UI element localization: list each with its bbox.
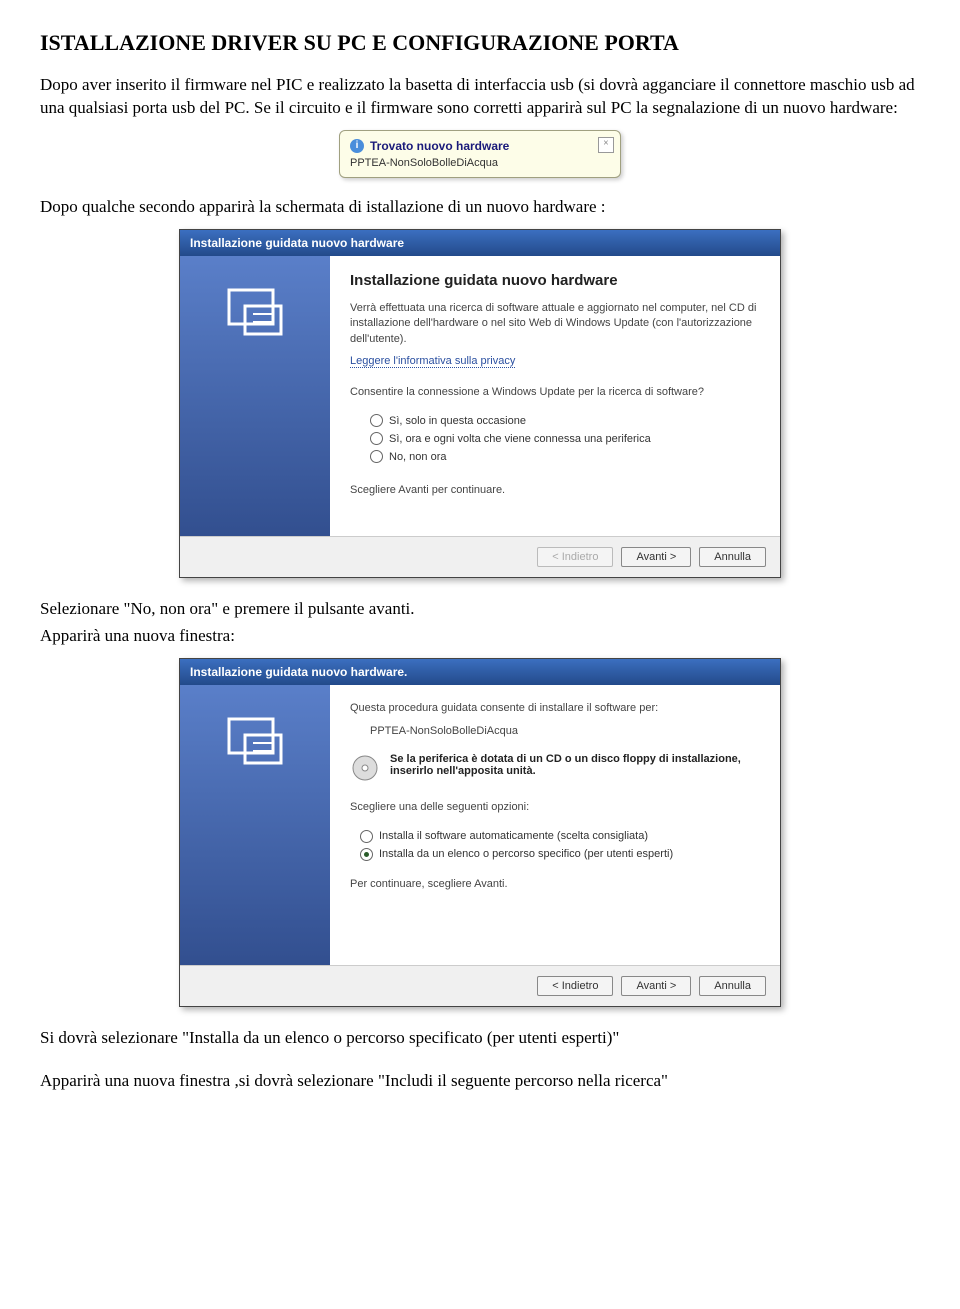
hardware-icon — [223, 280, 287, 344]
radio-opt-1[interactable]: Sì, solo in questa occasione — [370, 414, 760, 427]
wizard-2-desc: Questa procedura guidata consente di ins… — [350, 701, 760, 716]
para-6: Apparirà una nuova finestra ,si dovrà se… — [40, 1070, 920, 1093]
close-icon[interactable]: × — [598, 137, 614, 153]
wizard-1-desc: Verrà effettuata una ricerca di software… — [350, 301, 760, 347]
radio-opt-2-label: Sì, ora e ogni volta che viene connessa … — [389, 433, 651, 445]
radio-opt-a-label: Installa il software automaticamente (sc… — [379, 830, 648, 842]
balloon-subtitle: PPTEA-NonSoloBolleDiAcqua — [350, 157, 610, 169]
para-5: Si dovrà selezionare "Installa da un ele… — [40, 1027, 920, 1050]
wizard-1-titlebar: Installazione guidata nuovo hardware — [180, 230, 780, 256]
para-3: Selezionare "No, non ora" e premere il p… — [40, 598, 920, 621]
wizard-1-question: Consentire la connessione a Windows Upda… — [350, 385, 760, 400]
balloon-title: Trovato nuovo hardware — [370, 139, 509, 153]
para-4: Apparirà una nuova finestra: — [40, 625, 920, 648]
wizard-2-cd: Se la periferica è dotata di un CD o un … — [390, 753, 741, 777]
back-button[interactable]: < Indietro — [537, 976, 613, 996]
wizard-1-sidebar — [180, 256, 330, 536]
intro-para-1: Dopo aver inserito il firmware nel PIC e… — [40, 74, 920, 120]
radio-opt-b-label: Installa da un elenco o percorso specifi… — [379, 848, 673, 860]
radio-opt-2[interactable]: Sì, ora e ogni volta che viene connessa … — [370, 432, 760, 445]
wizard-1-continue: Scegliere Avanti per continuare. — [350, 483, 760, 498]
balloon-new-hardware: × i Trovato nuovo hardware PPTEA-NonSolo… — [339, 130, 621, 178]
wizard-2-choose: Scegliere una delle seguenti opzioni: — [350, 800, 760, 815]
cancel-button[interactable]: Annulla — [699, 547, 766, 567]
wizard-2-sidebar — [180, 685, 330, 965]
intro-para-2: Dopo qualche secondo apparirà la scherma… — [40, 196, 920, 219]
wizard-2: Installazione guidata nuovo hardware. Qu… — [179, 658, 781, 1007]
back-button[interactable]: < Indietro — [537, 547, 613, 567]
wizard-1: Installazione guidata nuovo hardware Ins… — [179, 229, 781, 578]
next-button[interactable]: Avanti > — [621, 547, 691, 567]
wizard-2-titlebar: Installazione guidata nuovo hardware. — [180, 659, 780, 685]
radio-opt-3-label: No, non ora — [389, 451, 446, 463]
hardware-icon — [223, 709, 287, 773]
cd-icon — [350, 753, 380, 786]
next-button[interactable]: Avanti > — [621, 976, 691, 996]
cancel-button[interactable]: Annulla — [699, 976, 766, 996]
radio-opt-a[interactable]: Installa il software automaticamente (sc… — [360, 830, 760, 843]
wizard-1-heading: Installazione guidata nuovo hardware — [350, 272, 760, 289]
wizard-2-device: PPTEA-NonSoloBolleDiAcqua — [370, 724, 760, 739]
radio-opt-3[interactable]: No, non ora — [370, 450, 760, 463]
privacy-link[interactable]: Leggere l'informativa sulla privacy — [350, 355, 515, 368]
radio-opt-1-label: Sì, solo in questa occasione — [389, 415, 526, 427]
page-title: ISTALLAZIONE DRIVER SU PC E CONFIGURAZIO… — [40, 30, 920, 56]
wizard-2-continue: Per continuare, scegliere Avanti. — [350, 877, 760, 892]
info-icon: i — [350, 139, 364, 153]
radio-opt-b[interactable]: Installa da un elenco o percorso specifi… — [360, 848, 760, 861]
